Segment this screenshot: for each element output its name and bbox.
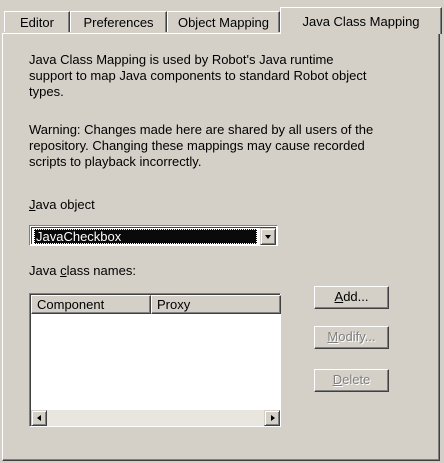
- modify-button[interactable]: Modify...: [314, 326, 389, 349]
- modify-button-mnemonic: M: [327, 329, 339, 344]
- class-names-label: Java class names:: [29, 263, 136, 279]
- horizontal-scrollbar[interactable]: [31, 410, 280, 426]
- java-object-combobox-inner: JavaCheckbox: [31, 227, 276, 245]
- delete-button-label: elete: [342, 372, 371, 387]
- add-button-mnemonic: A: [334, 289, 344, 304]
- class-names-list-inner: Component Proxy: [30, 294, 281, 426]
- add-button[interactable]: Add...: [314, 286, 389, 309]
- java-object-combobox[interactable]: JavaCheckbox: [29, 225, 278, 246]
- java-object-label-rest: ava object: [35, 197, 95, 212]
- column-header-proxy[interactable]: Proxy: [151, 295, 281, 314]
- delete-button-mnemonic: D: [332, 372, 343, 387]
- description-text: Java Class Mapping is used by Robot's Ja…: [29, 52, 366, 100]
- add-button-label: dd...: [343, 289, 369, 304]
- panel-content: Java Class Mapping is used by Robot's Ja…: [0, 0, 444, 463]
- delete-button[interactable]: Delete: [314, 369, 389, 392]
- chevron-down-icon: [265, 235, 271, 239]
- description-line: Java Class Mapping is used by Robot's Ja…: [29, 52, 334, 67]
- java-object-selected-value: JavaCheckbox: [34, 229, 257, 244]
- warning-line: scripts to playback incorrectly.: [29, 154, 202, 169]
- class-names-label-pre: Java: [29, 263, 61, 278]
- modify-button-label: odify...: [338, 329, 376, 344]
- arrow-left-icon: [37, 415, 41, 421]
- arrow-right-icon: [271, 415, 275, 421]
- warning-text: Warning: Changes made here are shared by…: [29, 122, 373, 170]
- warning-line: Warning: Changes made here are shared by…: [29, 122, 374, 137]
- scroll-right-button[interactable]: [264, 410, 280, 426]
- description-line: support to map Java components to standa…: [29, 68, 367, 83]
- java-object-label: Java object: [29, 197, 95, 213]
- class-names-label-rest: lass names:: [66, 263, 136, 278]
- warning-line: repository. Changing these mappings may …: [29, 138, 365, 153]
- class-names-list[interactable]: Component Proxy: [29, 293, 281, 427]
- scroll-left-button[interactable]: [31, 410, 47, 426]
- column-header-component[interactable]: Component: [31, 295, 151, 314]
- java-object-dropdown-button[interactable]: [260, 228, 276, 245]
- description-line: types.: [29, 84, 64, 99]
